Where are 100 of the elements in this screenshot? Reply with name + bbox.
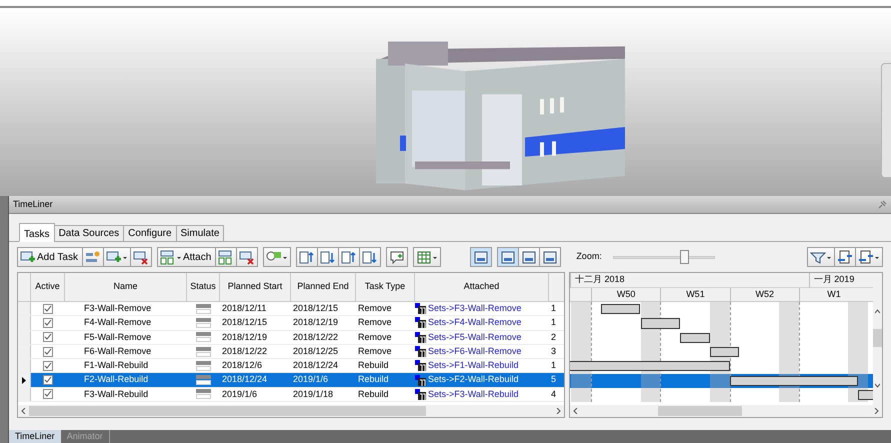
table-cell-text: Rebuild	[358, 359, 389, 372]
task-bar[interactable]	[730, 376, 858, 386]
panel-icon	[542, 250, 558, 264]
status-bars-icon	[196, 389, 211, 400]
table-cell-text: Remove	[358, 302, 392, 315]
scroll-left-icon[interactable]	[573, 408, 578, 414]
tab[interactable]: TimeLiner	[9, 430, 61, 443]
task-bar[interactable]	[600, 304, 640, 314]
zoom-slider[interactable]	[612, 250, 715, 264]
vertical-scrollbar[interactable]	[873, 273, 882, 405]
task-row[interactable]: F1-Wall-Rebuild 2018/12/6 2018/12/24 Rebuild Sets->F1-Wall-Rebuild 1	[18, 359, 564, 374]
attached-link[interactable]: Sets->F3-Wall-Remove	[428, 302, 522, 316]
column-header[interactable]: Task Type	[356, 273, 415, 301]
week-label: W50	[591, 288, 660, 302]
attached-link[interactable]: Sets->F1-Wall-Rebuild	[428, 359, 518, 373]
tab[interactable]: Configure	[123, 225, 177, 242]
view-button[interactable]	[470, 247, 492, 267]
add-task-button[interactable]: Add Task	[17, 247, 83, 267]
table-cell-text: 2018/12/19	[293, 316, 338, 330]
active-checkbox[interactable]	[43, 360, 53, 371]
active-checkbox[interactable]	[43, 304, 53, 314]
table-cell-text: F5-Wall-Remove	[84, 330, 152, 344]
move-down-button[interactable]	[317, 247, 340, 267]
auto-add-button[interactable]	[82, 247, 104, 267]
table-cell-text: 2018/12/24	[293, 359, 338, 372]
table-cell-text: 2018/12/15	[222, 316, 268, 330]
column-header[interactable]: Attached	[415, 273, 549, 301]
comment-button[interactable]	[386, 247, 408, 267]
move-up-button[interactable]	[296, 247, 318, 267]
attach-button[interactable]: Attach	[156, 247, 216, 267]
window-cross-icon	[239, 250, 256, 264]
table-cell-text: Remove	[358, 344, 392, 358]
task-row[interactable]: F6-Wall-Remove 2018/12/22 2018/12/25 Remove Sets->F6-Wall-Remove 3	[18, 344, 564, 360]
current-row-icon	[22, 376, 26, 384]
table-cell-text: 2019/1/6	[293, 373, 328, 386]
task-row[interactable]: F5-Wall-Remove 2018/12/19 2018/12/22 Remove Sets->F5-Wall-Remove 2	[18, 330, 564, 345]
tab[interactable]: Data Sources	[54, 225, 124, 242]
table-cell-text: Rebuild	[358, 373, 389, 386]
tab[interactable]: Tasks	[19, 223, 55, 242]
find-button[interactable]	[263, 247, 292, 267]
scroll-thumb[interactable]	[873, 329, 882, 347]
task-bar[interactable]	[710, 346, 740, 358]
scroll-down-icon[interactable]	[875, 383, 880, 389]
column-header[interactable]: Planned Start	[220, 273, 291, 301]
scroll-right-icon[interactable]	[556, 408, 561, 414]
export-button[interactable]	[834, 247, 856, 267]
scroll-right-icon[interactable]	[874, 408, 879, 414]
active-checkbox[interactable]	[43, 346, 53, 357]
horizontal-scrollbar[interactable]	[570, 405, 882, 417]
detach-button[interactable]	[236, 247, 258, 267]
view-button[interactable]	[518, 247, 540, 267]
delete-task-button[interactable]	[130, 247, 152, 267]
indent-button[interactable]	[338, 247, 360, 267]
horizontal-scrollbar[interactable]	[18, 405, 564, 417]
active-checkbox[interactable]	[43, 318, 53, 328]
selection-set-icon	[415, 317, 427, 328]
column-header[interactable]: Active	[31, 273, 65, 301]
attached-link[interactable]: Sets->F3-Wall-Rebuild	[428, 388, 518, 402]
task-row[interactable]: F2-Wall-Rebuild 2018/12/24 2019/1/6 Rebuild Sets->F2-Wall-Rebuild 5	[18, 373, 564, 388]
scroll-thumb[interactable]	[29, 406, 426, 416]
attached-link[interactable]: Sets->F5-Wall-Remove	[428, 330, 522, 344]
pin-icon[interactable]	[878, 200, 887, 209]
attached-link[interactable]: Sets->F2-Wall-Rebuild	[428, 373, 518, 387]
column-header[interactable]: Status	[187, 273, 220, 301]
task-row[interactable]: F3-Wall-Rebuild 2019/1/6 2019/1/18 Rebuild Sets->F3-Wall-Rebuild 4	[18, 388, 564, 402]
active-checkbox[interactable]	[43, 375, 53, 386]
scroll-up-icon[interactable]	[875, 309, 880, 315]
panel-icon	[500, 250, 516, 264]
tab[interactable]: Simulate	[176, 225, 224, 242]
active-checkbox[interactable]	[43, 389, 53, 400]
import-button[interactable]	[855, 247, 883, 267]
panel-icon	[473, 250, 490, 264]
task-row[interactable]: F3-Wall-Remove 2018/12/11 2018/12/15 Remove Sets->F3-Wall-Remove 1	[18, 302, 564, 316]
column-header[interactable]: Name	[65, 273, 187, 301]
linked-boxes-icon	[160, 250, 182, 264]
filter-button[interactable]	[807, 247, 835, 267]
table-cell-text: F3-Wall-Rebuild	[84, 388, 148, 401]
table-cell-text: 2018/12/11	[222, 302, 266, 315]
view-button[interactable]	[539, 247, 562, 267]
scroll-left-icon[interactable]	[21, 408, 26, 414]
zoom-label: Zoom:	[576, 250, 602, 264]
task-bar[interactable]	[680, 332, 710, 343]
up-arrow-icon	[299, 250, 316, 264]
scroll-thumb[interactable]	[658, 406, 742, 416]
bars-gear-icon	[84, 250, 101, 264]
task-row[interactable]: F4-Wall-Remove 2018/12/15 2018/12/19 Remove Sets->F4-Wall-Remove 1	[18, 316, 564, 331]
view-button[interactable]	[497, 247, 520, 267]
insert-task-button[interactable]	[102, 247, 131, 267]
selection-set-icon	[415, 346, 427, 358]
outdent-button[interactable]	[359, 247, 382, 267]
attached-link[interactable]: Sets->F6-Wall-Remove	[428, 344, 522, 358]
active-checkbox[interactable]	[43, 332, 53, 342]
column-header[interactable]: Planned End	[291, 273, 356, 301]
table-cell-text: F1-Wall-Rebuild	[84, 359, 148, 372]
task-bar[interactable]	[640, 318, 680, 329]
table-cell-text: 2	[551, 330, 556, 344]
attached-link[interactable]: Sets->F4-Wall-Remove	[428, 316, 522, 330]
task-bar[interactable]	[570, 361, 730, 372]
columns-button[interactable]	[413, 247, 442, 267]
auto-attach-button[interactable]	[215, 247, 238, 267]
